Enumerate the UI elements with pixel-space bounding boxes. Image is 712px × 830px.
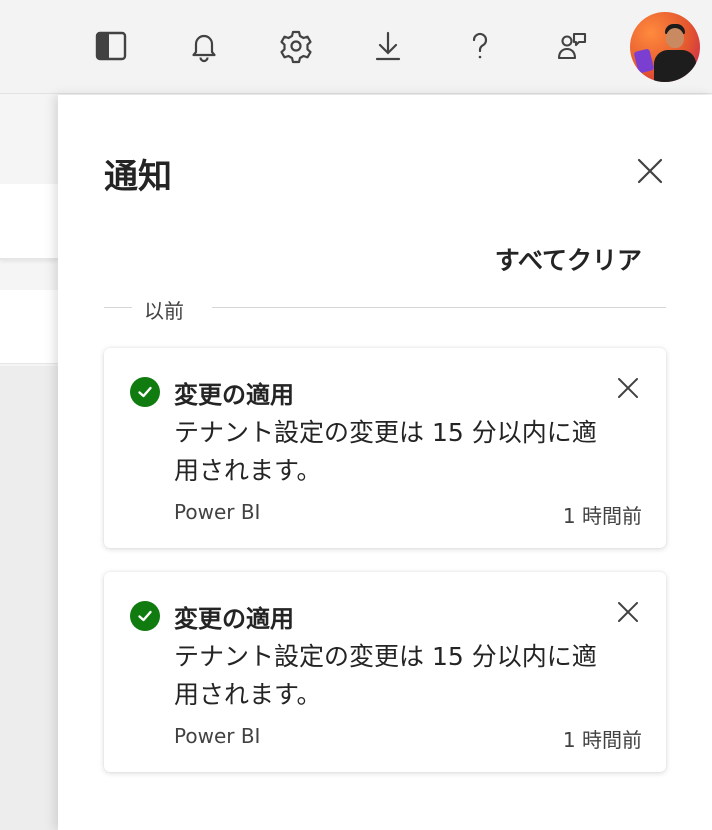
notification-card: 変更の適用 テナント設定の変更は 15 分以内に適用されます。 Power BI… [104, 348, 666, 548]
notification-title: 変更の適用 [174, 605, 294, 633]
success-check-icon [130, 601, 160, 631]
notification-body: テナント設定の変更は 15 分以内に適用されます。 [174, 642, 597, 709]
background-page [0, 94, 58, 830]
download-icon[interactable] [368, 26, 408, 66]
background-panel [0, 290, 58, 364]
divider-line [212, 307, 666, 308]
notification-title: 変更の適用 [174, 381, 294, 409]
section-divider: 以前 [104, 295, 666, 323]
background-panel [0, 366, 58, 830]
notification-panel: 通知 すべてクリア 以前 変更の適用 テナント設定の変更は 15 分以内に適用さ… [58, 95, 712, 830]
divider-line [104, 307, 132, 308]
notification-card: 変更の適用 テナント設定の変更は 15 分以内に適用されます。 Power BI… [104, 572, 666, 772]
dismiss-notification-button[interactable] [612, 596, 644, 628]
top-bar [0, 0, 712, 94]
notification-source: Power BI [174, 500, 261, 524]
bell-icon[interactable] [184, 26, 224, 66]
close-icon [618, 602, 638, 622]
background-panel [0, 184, 58, 260]
feedback-icon[interactable] [552, 26, 592, 66]
dismiss-notification-button[interactable] [612, 372, 644, 404]
close-icon [618, 378, 638, 398]
close-panel-button[interactable] [632, 153, 668, 189]
notification-body: テナント設定の変更は 15 分以内に適用されます。 [174, 418, 597, 485]
avatar[interactable] [630, 12, 700, 82]
notification-source: Power BI [174, 724, 261, 748]
notification-time: 1 時間前 [562, 728, 642, 752]
section-label: 以前 [144, 299, 184, 323]
help-icon[interactable] [460, 26, 500, 66]
clear-all-button[interactable]: すべてクリア [495, 241, 642, 277]
close-icon [637, 158, 663, 184]
gear-icon[interactable] [276, 26, 316, 66]
panel-title: 通知 [104, 157, 172, 197]
notification-time: 1 時間前 [562, 504, 642, 528]
pane-toggle-icon[interactable] [91, 26, 131, 66]
success-check-icon [130, 377, 160, 407]
